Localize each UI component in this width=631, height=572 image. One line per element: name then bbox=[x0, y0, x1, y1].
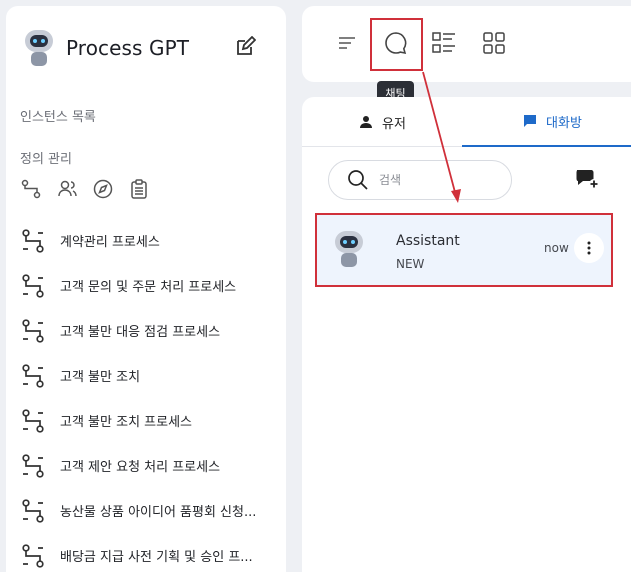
process-icon bbox=[22, 453, 44, 478]
chat-tabs: 유저 대화방 bbox=[302, 97, 631, 147]
process-label: 고객 불만 조치 bbox=[60, 370, 141, 385]
sidebar: Process GPT 인스턴스 목록 정의 관리 계약관리 프로세스 고객 문… bbox=[6, 6, 286, 572]
process-label: 고객 제안 요청 처리 프로세스 bbox=[60, 460, 221, 475]
process-icon bbox=[22, 228, 44, 253]
definition-icons bbox=[20, 178, 150, 200]
process-item[interactable]: 농산물 상품 아이디어 품평회 신청... bbox=[20, 488, 282, 533]
brand-name: Process GPT bbox=[66, 36, 190, 60]
top-toolbar bbox=[302, 6, 631, 82]
process-item[interactable]: 고객 불만 조치 bbox=[20, 353, 282, 398]
process-label: 고객 불만 대응 점검 프로세스 bbox=[60, 325, 221, 340]
chat-panel: 유저 대화방 Assistant NEW now bbox=[302, 97, 631, 572]
menu-icon[interactable] bbox=[330, 26, 364, 60]
process-item[interactable]: 고객 제안 요청 처리 프로세스 bbox=[20, 443, 282, 488]
tab-users[interactable]: 유저 bbox=[302, 97, 462, 147]
process-item[interactable]: 배당금 지급 사전 기획 및 승인 프... bbox=[20, 533, 282, 572]
process-item[interactable]: 계약관리 프로세스 bbox=[20, 218, 282, 263]
process-list: 계약관리 프로세스 고객 문의 및 주문 처리 프로세스 고객 불만 대응 점검… bbox=[20, 218, 282, 572]
clipboard-icon[interactable] bbox=[128, 178, 150, 200]
tab-users-label: 유저 bbox=[382, 116, 406, 132]
new-chat-icon[interactable] bbox=[574, 167, 600, 191]
process-label: 고객 문의 및 주문 처리 프로세스 bbox=[60, 280, 237, 295]
search-input[interactable] bbox=[379, 173, 499, 187]
process-icon bbox=[22, 498, 44, 523]
process-icon bbox=[22, 363, 44, 388]
chat-bubble-icon bbox=[524, 115, 537, 127]
process-label: 농산물 상품 아이디어 품평회 신청... bbox=[60, 505, 257, 520]
process-icon bbox=[22, 273, 44, 298]
search-box bbox=[328, 160, 512, 200]
process-icon[interactable] bbox=[20, 178, 42, 200]
process-item[interactable]: 고객 불만 조치 프로세스 bbox=[20, 398, 282, 443]
robot-avatar-icon bbox=[22, 28, 56, 68]
definitions-label: 정의 관리 bbox=[20, 152, 72, 167]
brand[interactable]: Process GPT bbox=[22, 26, 189, 70]
process-label: 고객 불만 조치 프로세스 bbox=[60, 415, 192, 430]
compass-icon[interactable] bbox=[92, 178, 114, 200]
process-icon bbox=[22, 408, 44, 433]
process-item[interactable]: 고객 불만 대응 점검 프로세스 bbox=[20, 308, 282, 353]
edit-icon[interactable] bbox=[234, 35, 257, 58]
grid-icon[interactable] bbox=[477, 26, 511, 60]
users-icon[interactable] bbox=[56, 178, 78, 200]
list-icon[interactable] bbox=[427, 26, 461, 60]
process-label: 배당금 지급 사전 기획 및 승인 프... bbox=[60, 550, 253, 565]
process-item[interactable]: 고객 문의 및 주문 처리 프로세스 bbox=[20, 263, 282, 308]
search-icon bbox=[348, 170, 368, 190]
person-icon bbox=[360, 116, 373, 128]
process-icon bbox=[22, 543, 44, 568]
process-icon bbox=[22, 318, 44, 343]
chat-button-highlight bbox=[370, 18, 423, 71]
process-label: 계약관리 프로세스 bbox=[60, 235, 160, 250]
instances-label[interactable]: 인스턴스 목록 bbox=[20, 106, 96, 125]
tab-chat-rooms-label: 대화방 bbox=[546, 115, 582, 131]
room-highlight bbox=[315, 213, 613, 287]
tab-chat-rooms[interactable]: 대화방 bbox=[462, 97, 631, 147]
